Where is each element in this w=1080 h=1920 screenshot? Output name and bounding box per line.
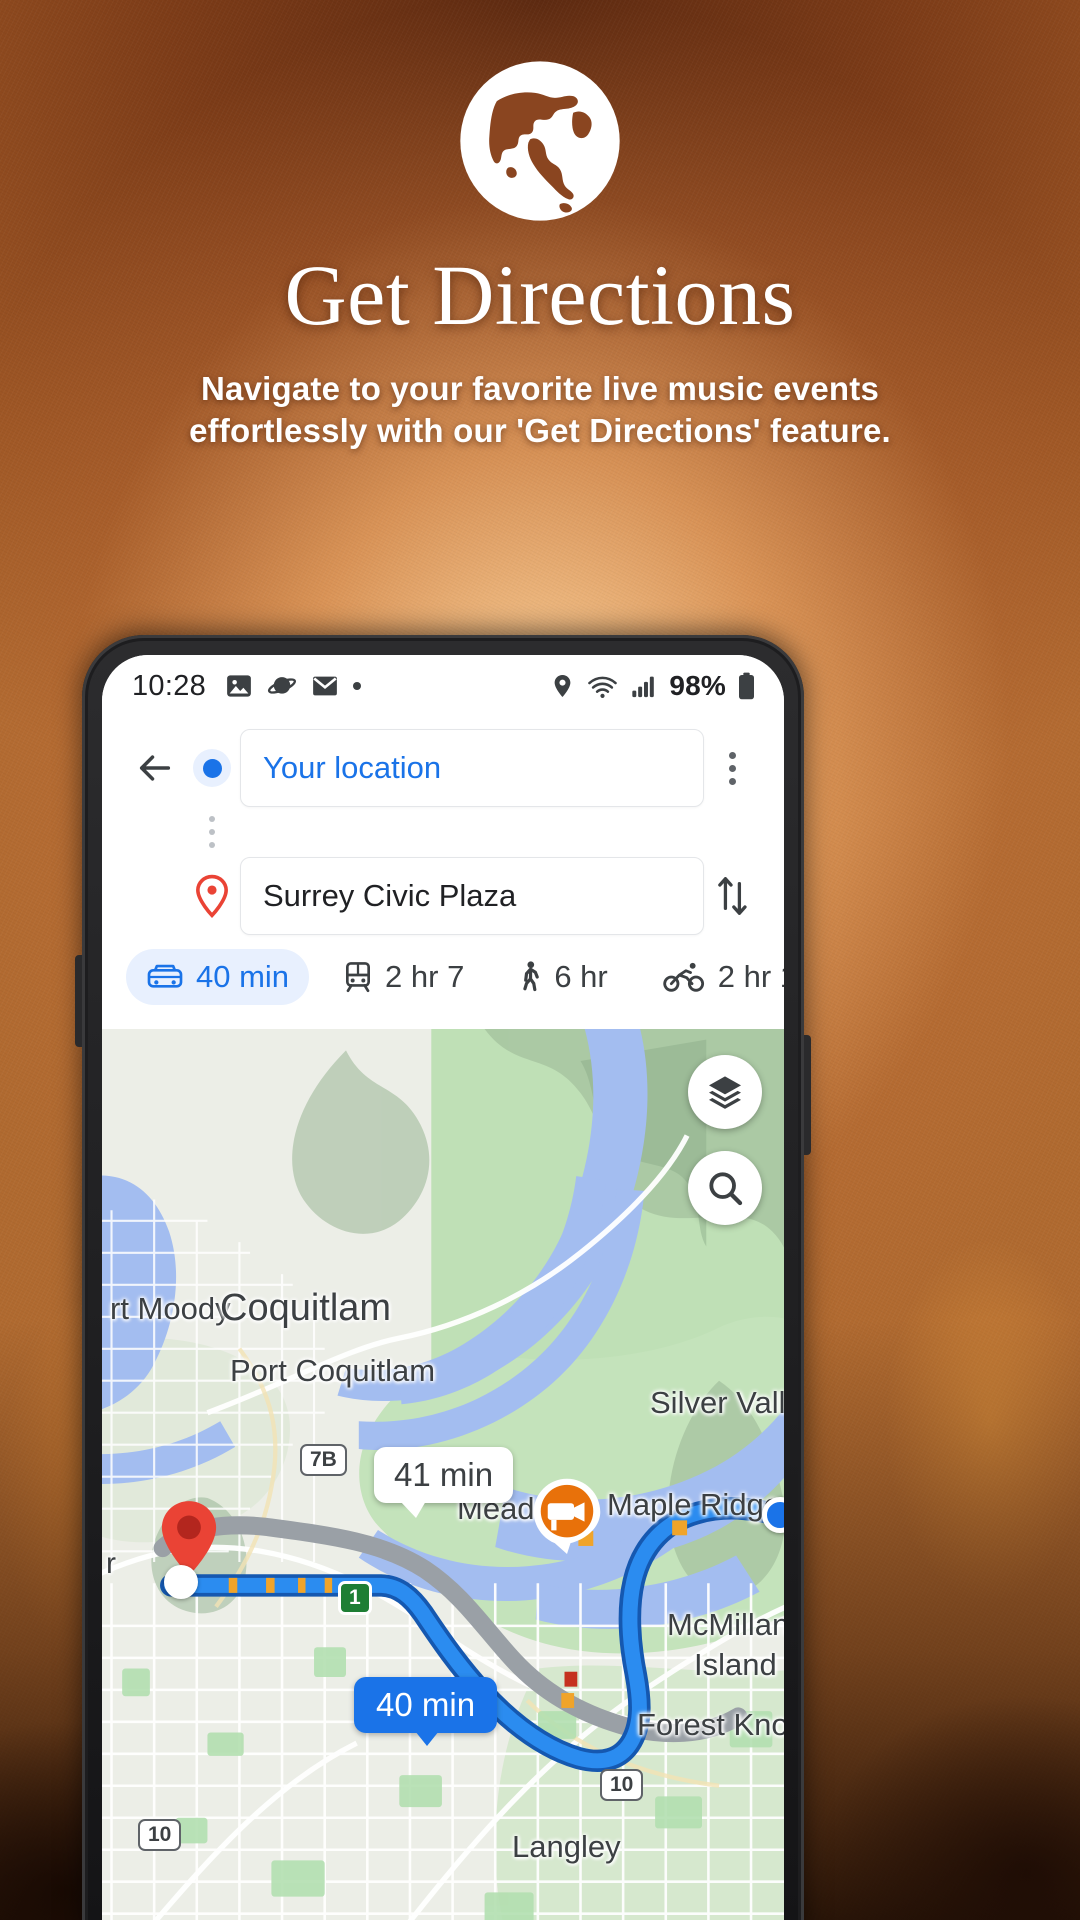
tab-driving[interactable]: 40 min	[126, 949, 310, 1005]
main-route-time: 40 min	[376, 1686, 476, 1723]
origin-value: Your location	[263, 750, 442, 785]
road-shield: 10	[138, 1819, 182, 1851]
main-route-badge[interactable]: 40 min	[354, 1677, 498, 1746]
route-start-dot	[164, 1565, 198, 1599]
destination-value: Surrey Civic Plaza	[263, 878, 517, 913]
travel-mode-tabs: 40 min 2 hr 7 6 hr 2 hr	[102, 935, 784, 1015]
map-label: Forest Knolls	[637, 1707, 784, 1742]
planet-icon	[268, 677, 297, 694]
road-shield: 1	[338, 1581, 372, 1615]
battery-percent: 98%	[669, 670, 726, 701]
map-label: Maple Ridge	[607, 1487, 782, 1522]
signal-icon	[632, 676, 655, 698]
tab-transit[interactable]: 2 hr 7	[323, 949, 484, 1005]
map-label: Coquitlam	[220, 1287, 392, 1329]
battery-full-icon	[739, 672, 754, 700]
map-label: Silver Valley	[650, 1385, 784, 1420]
origin-dot-icon	[184, 749, 240, 787]
kebab-menu-icon	[728, 751, 736, 759]
app-logo	[0, 58, 1080, 224]
road-shield: 7B	[300, 1444, 347, 1476]
back-button[interactable]	[126, 739, 184, 797]
page-title: Get Directions	[284, 247, 796, 343]
destination-pin-icon	[184, 874, 240, 918]
page-subtitle: Navigate to your favorite live music eve…	[0, 368, 1080, 452]
tab-cycling-time: 2 hr 11	[717, 959, 784, 994]
walk-icon	[523, 961, 540, 992]
mail-icon	[313, 676, 337, 696]
tab-cycling[interactable]: 2 hr 11	[642, 949, 784, 1005]
origin-row: Your location	[102, 729, 784, 807]
map-label: McMillan	[667, 1607, 784, 1642]
map-label: r	[106, 1547, 116, 1580]
back-arrow-icon	[139, 755, 171, 781]
map-search-button[interactable]	[688, 1151, 762, 1225]
bicycle-icon	[663, 962, 704, 992]
status-bar-time: 10:28	[132, 669, 207, 702]
alt-route-badge[interactable]: 41 min	[374, 1447, 514, 1518]
road-shield: 10	[600, 1769, 644, 1801]
destination-row: Surrey Civic Plaza	[102, 857, 784, 935]
phone-screen: 10:28 98% Your location Surrey Civic Pla…	[102, 655, 784, 1920]
car-icon	[147, 964, 183, 988]
train-icon	[346, 962, 371, 993]
map-view[interactable]: rt Moody Coquitlam Port Coquitlam Silver Va…	[102, 1029, 784, 1920]
swap-vertical-icon	[718, 877, 747, 915]
map-label: rt Moody	[110, 1291, 231, 1326]
wifi-icon	[588, 676, 618, 698]
tab-driving-time: 40 min	[196, 959, 290, 994]
image-icon	[227, 675, 251, 697]
volume-button[interactable]	[75, 955, 82, 1047]
tab-transit-time: 2 hr 7	[385, 959, 465, 994]
status-bar: 10:28 98%	[102, 655, 784, 717]
location-icon	[554, 674, 571, 698]
speed-camera-marker[interactable]	[532, 1477, 602, 1554]
search-icon	[709, 1172, 743, 1206]
destination-pin-glyph	[196, 874, 228, 918]
alt-route-time: 41 min	[394, 1456, 494, 1493]
tab-walking-time: 6 hr	[554, 959, 608, 994]
swap-button[interactable]	[704, 873, 760, 919]
map-label: Island	[694, 1647, 777, 1682]
directions-panel: Your location Surrey Civic Plaza 40 min …	[102, 717, 784, 1029]
destination-input[interactable]: Surrey Civic Plaza	[240, 857, 704, 935]
globe-icon	[460, 61, 620, 221]
phone-mockup: 10:28 98% Your location Surrey Civic Pla…	[75, 635, 811, 1920]
map-layers-button[interactable]	[688, 1055, 762, 1129]
map-label: Port Coquitlam	[230, 1353, 436, 1388]
overflow-menu-button[interactable]	[704, 751, 760, 785]
speed-camera-icon	[533, 1478, 601, 1554]
power-button[interactable]	[804, 1035, 811, 1155]
tab-walking[interactable]: 6 hr	[498, 949, 627, 1005]
subtitle-line-2: effortlessly with our 'Get Directions' f…	[189, 412, 891, 450]
subtitle-line-1: Navigate to your favorite live music eve…	[200, 370, 879, 407]
origin-input[interactable]: Your location	[240, 729, 704, 807]
route-connector	[102, 807, 784, 857]
layers-icon	[709, 1076, 741, 1109]
map-label: Langley	[512, 1829, 621, 1864]
dot-icon	[353, 682, 362, 690]
